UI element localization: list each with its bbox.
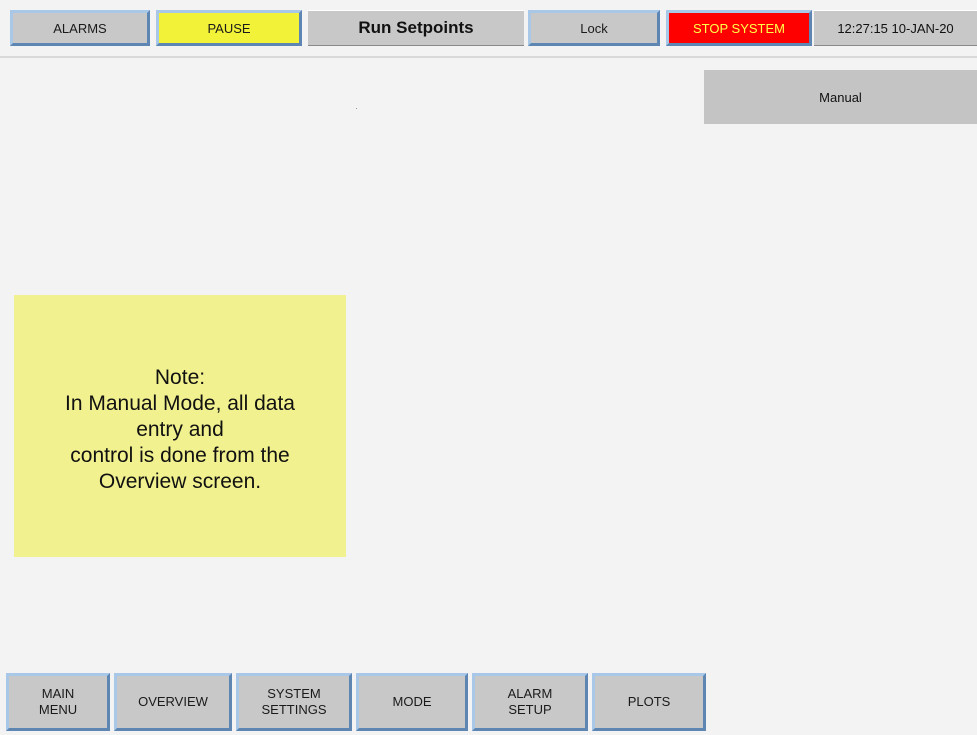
hmi-screen: ALARMS PAUSE Run Setpoints Lock STOP SYS… <box>0 0 977 735</box>
clock-display: 12:27:15 10-JAN-20 <box>814 10 977 46</box>
topbar-divider <box>0 56 977 58</box>
lock-button[interactable]: Lock <box>528 10 660 46</box>
top-bar: ALARMS PAUSE Run Setpoints Lock STOP SYS… <box>0 0 977 60</box>
main-menu-label-line2: MENU <box>38 702 78 717</box>
mode-indicator: Manual <box>704 70 977 124</box>
note-panel: Note: In Manual Mode, all data entry and… <box>14 295 346 557</box>
system-settings-label-line1: SYSTEM <box>267 686 321 701</box>
note-line: entry and <box>136 418 224 441</box>
system-settings-label-line2: SETTINGS <box>261 702 327 717</box>
main-menu-button[interactable]: MAIN MENU <box>6 673 110 731</box>
note-heading: Note: <box>154 366 206 389</box>
divider-speck <box>356 108 357 109</box>
alarm-setup-label-line2: SETUP <box>508 702 552 717</box>
note-line: In Manual Mode, all data <box>65 392 295 415</box>
page-title: Run Setpoints <box>308 10 524 46</box>
note-text: Note: In Manual Mode, all data entry and… <box>65 365 295 495</box>
mode-button[interactable]: MODE <box>356 673 468 731</box>
main-menu-label-line1: MAIN <box>41 686 75 701</box>
stop-system-button[interactable]: STOP SYSTEM <box>666 10 812 46</box>
note-line: control is done from the <box>70 444 290 467</box>
alarms-button[interactable]: ALARMS <box>10 10 150 46</box>
alarm-setup-label-line1: ALARM <box>507 686 553 701</box>
note-line: Overview screen. <box>98 470 262 493</box>
overview-button[interactable]: OVERVIEW <box>114 673 232 731</box>
system-settings-button[interactable]: SYSTEM SETTINGS <box>236 673 352 731</box>
pause-button[interactable]: PAUSE <box>156 10 302 46</box>
plots-button[interactable]: PLOTS <box>592 673 706 731</box>
alarm-setup-button[interactable]: ALARM SETUP <box>472 673 588 731</box>
